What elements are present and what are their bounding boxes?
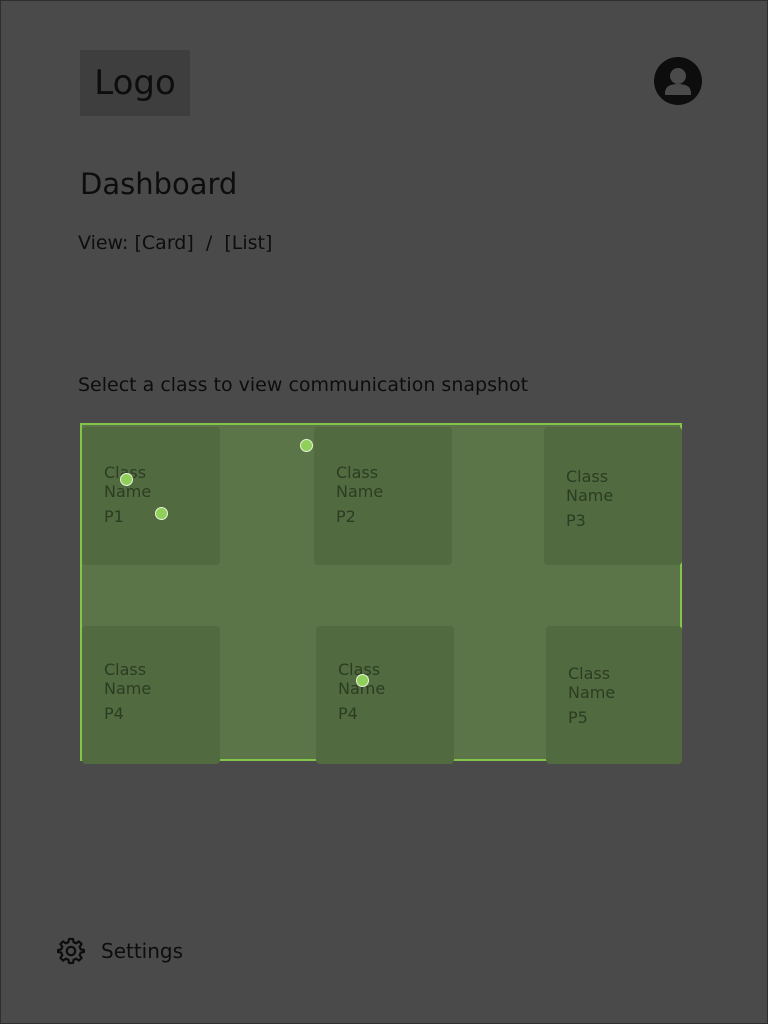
settings-label: Settings: [101, 939, 184, 963]
class-period: P2: [336, 507, 356, 526]
class-card[interactable]: Class Name P1: [82, 427, 220, 565]
class-name: Class Name: [566, 467, 614, 505]
class-card[interactable]: Class Name P4: [82, 626, 220, 764]
class-name: Class Name: [568, 664, 616, 702]
hotspot-handle[interactable]: [155, 507, 168, 520]
class-card-grid: Class Name P1 Class Name P2 Class Name P…: [80, 423, 682, 764]
hotspot-handle[interactable]: [300, 439, 313, 452]
logo-text: Logo: [94, 63, 176, 103]
card-view-link[interactable]: [Card]: [135, 232, 194, 254]
class-period: P3: [566, 511, 586, 530]
class-name: Class Name: [104, 660, 152, 698]
gear-icon: [57, 937, 85, 965]
list-view-link[interactable]: [List]: [224, 232, 272, 254]
class-period: P4: [104, 704, 124, 723]
hotspot-handle[interactable]: [356, 674, 369, 687]
instruction-text: Select a class to view communication sna…: [78, 374, 529, 396]
class-period: P4: [338, 704, 358, 723]
view-separator: /: [193, 232, 225, 254]
class-card[interactable]: Class Name P5: [546, 626, 682, 764]
class-card[interactable]: Class Name P3: [544, 427, 682, 565]
class-card[interactable]: Class Name P2: [314, 427, 452, 565]
view-label: View:: [78, 232, 135, 254]
hotspot-handle[interactable]: [120, 473, 133, 486]
class-name: Class Name: [336, 463, 384, 501]
user-avatar-icon[interactable]: [654, 57, 702, 105]
page-title: Dashboard: [80, 167, 238, 201]
user-silhouette-icon: [665, 68, 691, 95]
class-period: P5: [568, 708, 588, 727]
logo[interactable]: Logo: [80, 50, 190, 116]
class-card[interactable]: Class Name P4: [316, 626, 454, 764]
class-name: Class Name: [104, 463, 152, 501]
view-toggle: View: [Card] / [List]: [78, 232, 272, 254]
settings-link[interactable]: Settings: [57, 937, 183, 965]
